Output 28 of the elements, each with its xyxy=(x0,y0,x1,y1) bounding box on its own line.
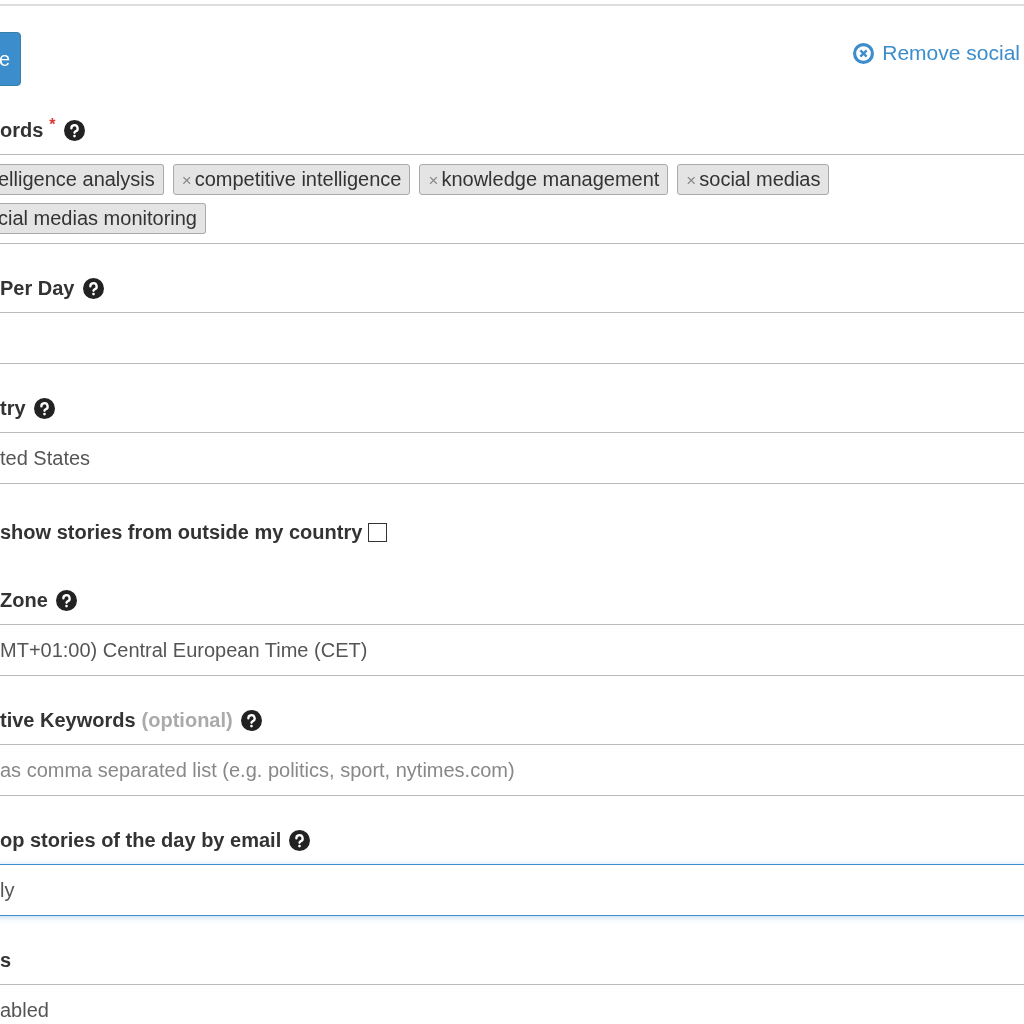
field-label: Per Day xyxy=(0,276,75,300)
field-label: s xyxy=(0,948,12,972)
help-icon[interactable] xyxy=(240,709,262,731)
optional-note: (optional) xyxy=(141,708,233,732)
input-field[interactable]: MT+01:00) Central European Time (CET) xyxy=(0,624,1024,676)
keyword-tag[interactable]: ×social medias xyxy=(677,164,830,195)
input-field[interactable]: as comma separated list (e.g. politics, sport, nytimes.com) xyxy=(0,744,1024,796)
help-icon[interactable] xyxy=(289,829,311,851)
help-icon[interactable] xyxy=(82,277,104,299)
input-field[interactable] xyxy=(0,312,1024,364)
field-label: Zone xyxy=(0,588,48,612)
remove-link[interactable]: Remove social xyxy=(853,41,1020,65)
field-label: ords xyxy=(0,118,44,142)
help-icon[interactable] xyxy=(63,119,85,141)
field-label: op stories of the day by email xyxy=(0,828,282,852)
help-icon[interactable] xyxy=(33,397,55,419)
save-button[interactable]: e xyxy=(0,32,22,86)
input-field[interactable]: ted States xyxy=(0,432,1024,484)
close-circle-icon xyxy=(853,42,875,64)
keyword-tag[interactable]: ×competitive intelligence xyxy=(172,164,411,195)
checkbox[interactable] xyxy=(368,522,388,542)
required-mark: * xyxy=(49,116,56,134)
checkbox-label: show stories from outside my country xyxy=(0,520,363,544)
input-field[interactable]: ly xyxy=(0,864,1024,916)
keyword-tag[interactable]: ×knowledge management xyxy=(419,164,669,195)
field-label: tive Keywords xyxy=(0,708,136,732)
help-icon[interactable] xyxy=(55,589,77,611)
field-label: try xyxy=(0,396,26,420)
